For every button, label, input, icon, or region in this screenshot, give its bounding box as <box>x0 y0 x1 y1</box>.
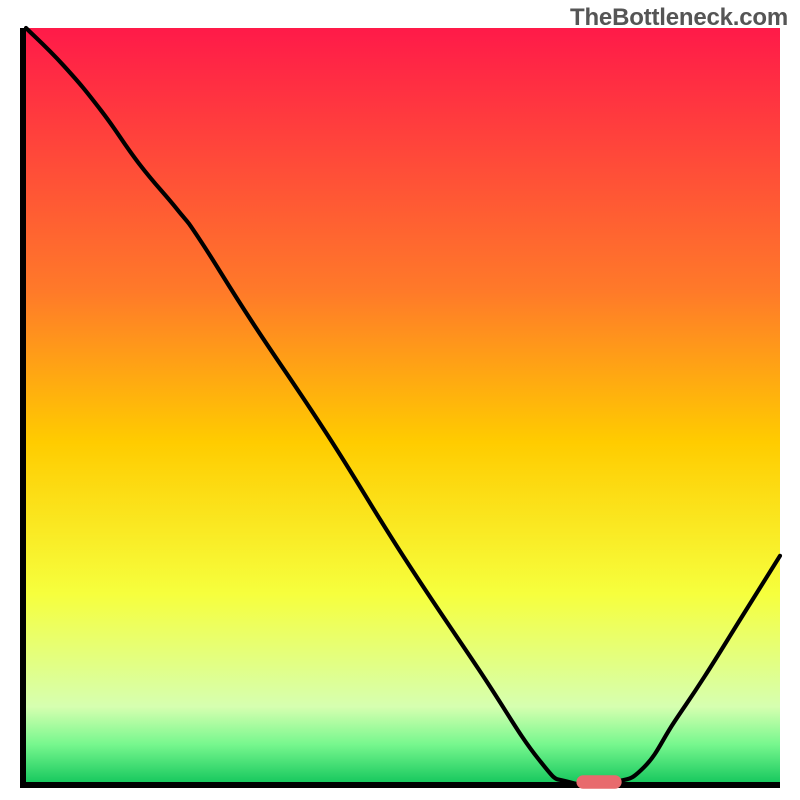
bottleneck-curve <box>26 28 780 782</box>
optimal-marker <box>576 775 621 789</box>
plot-area <box>20 28 780 788</box>
chart-root: { "watermark": "TheBottleneck.com", "cha… <box>0 0 800 800</box>
